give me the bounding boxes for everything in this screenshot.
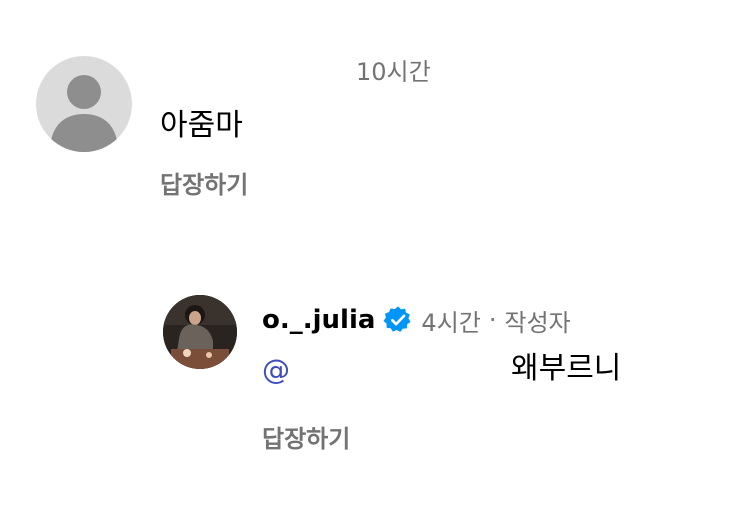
commenter-avatar[interactable]: [36, 56, 132, 152]
julia-avatar[interactable]: [163, 295, 237, 369]
reply-button[interactable]: 답장하기: [160, 173, 248, 197]
reply-username[interactable]: o._.julia: [262, 305, 375, 335]
reply-time: 4시간: [421, 308, 481, 337]
reply-reply-button[interactable]: 답장하기: [262, 427, 350, 451]
default-user-avatar-icon: [50, 75, 118, 152]
mention-link[interactable]: @: [262, 356, 290, 384]
comment-time: 10시간: [356, 58, 431, 86]
reply-text: 왜부르니: [511, 351, 622, 386]
verified-badge-icon: [383, 305, 413, 335]
author-badge: 작성자: [504, 308, 571, 337]
separator-dot: ·: [488, 306, 497, 334]
reply-header: o._.julia 4시간 · 작성자: [262, 303, 571, 337]
comment-text: 아줌마: [160, 108, 243, 143]
profile-photo-icon: [163, 295, 237, 369]
